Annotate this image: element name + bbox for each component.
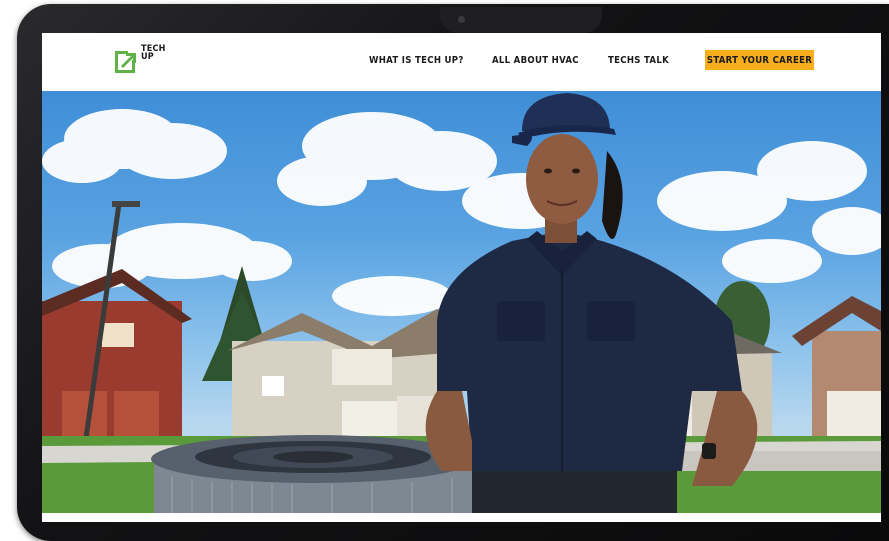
nav-all-about-hvac[interactable]: ALL ABOUT HVAC bbox=[492, 55, 579, 66]
house-left bbox=[42, 269, 192, 441]
main-nav: WHAT IS TECH UP? ALL ABOUT HVAC TECHS TA… bbox=[42, 33, 881, 91]
site-header: TECH UP WHAT IS TECH UP? ALL ABOUT HVAC … bbox=[42, 33, 881, 91]
hero-image bbox=[42, 91, 881, 513]
ac-unit bbox=[151, 435, 475, 513]
camera-icon bbox=[458, 16, 465, 23]
hero-scene bbox=[42, 93, 881, 513]
nav-techs-talk[interactable]: TECHS TALK bbox=[608, 55, 669, 66]
browser-screen: TECH UP WHAT IS TECH UP? ALL ABOUT HVAC … bbox=[42, 33, 881, 522]
start-your-career-button[interactable]: START YOUR CAREER bbox=[705, 50, 814, 70]
nav-what-is-tech-up[interactable]: WHAT IS TECH UP? bbox=[369, 55, 464, 66]
screen-bottom-edge bbox=[42, 513, 881, 522]
